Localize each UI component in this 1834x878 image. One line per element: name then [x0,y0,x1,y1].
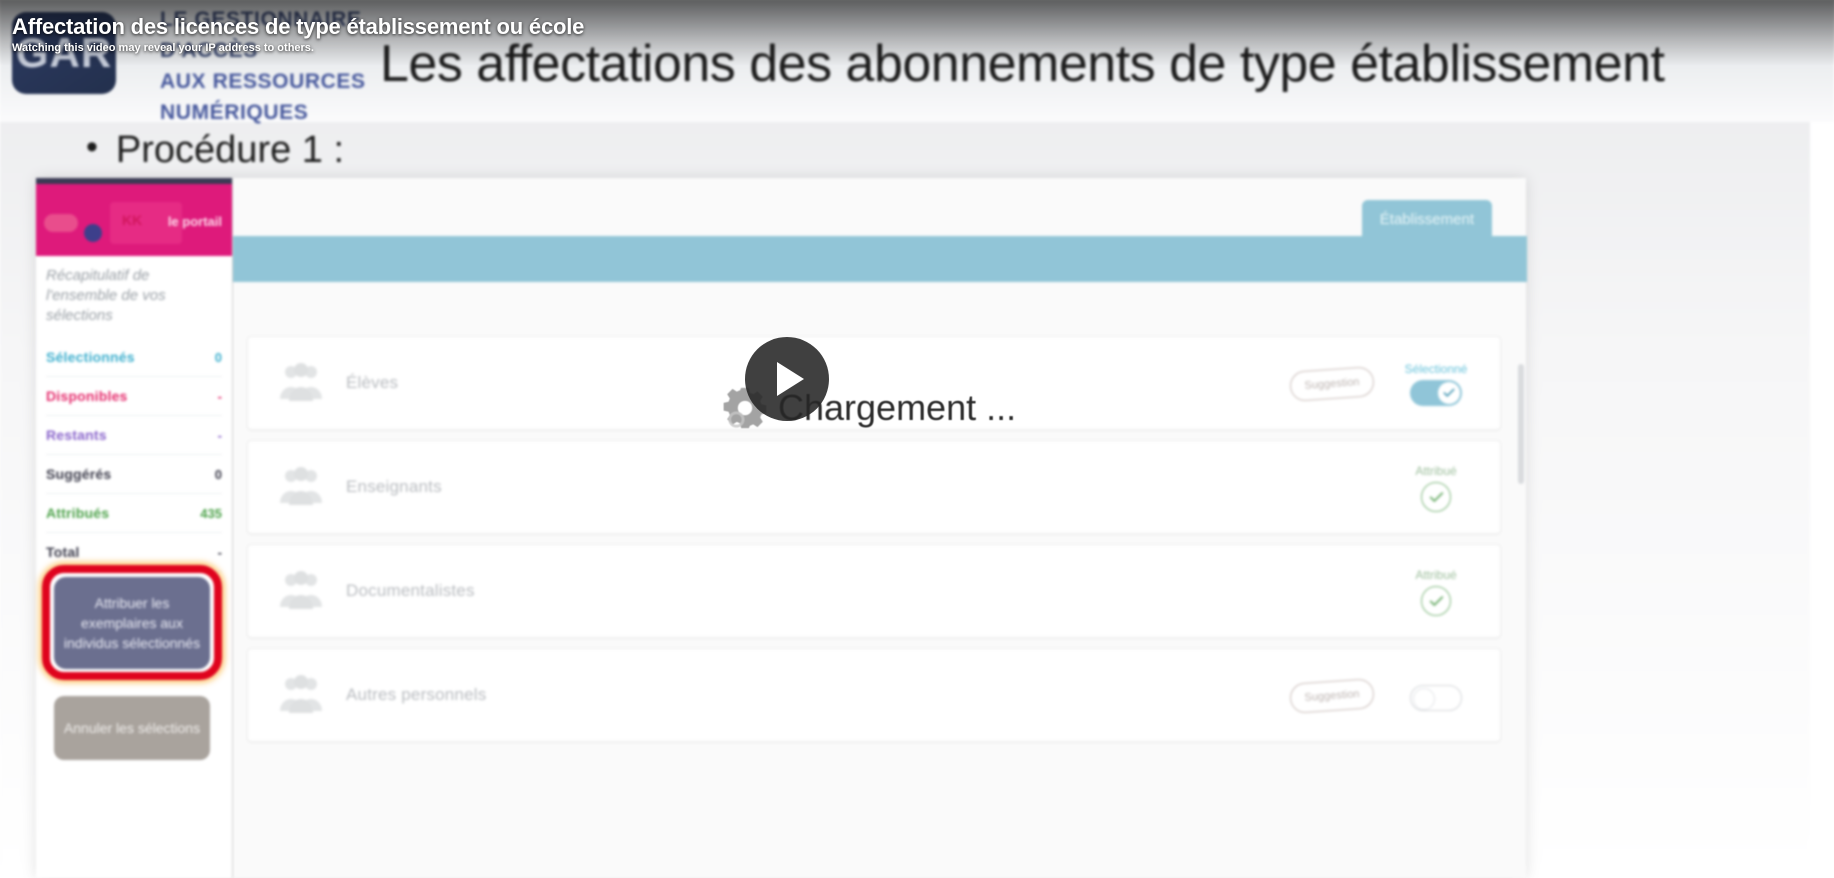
stat-label: Sélectionnés [46,349,135,365]
brand-badge-text: KK [122,212,143,228]
selection-toggle[interactable] [1410,380,1462,406]
table-row[interactable]: Autres personnels Suggestion [247,648,1501,742]
toggle-knob [1413,688,1435,710]
play-button[interactable] [745,337,829,421]
slide-frame: GAR LE GESTIONNAIRE D'ACCÈS AUX RESSOURC… [0,0,1834,878]
row-label: Documentalistes [346,581,475,600]
assigned-check-icon [1421,586,1451,616]
state-label: Attribué [1415,464,1457,478]
gar-application-screenshot: KK le portail Récapitulatif de l'ensembl… [36,178,1527,878]
tab-etablissement[interactable]: Établissement [1361,200,1492,238]
suggestion-badge: Suggestion [1289,366,1375,402]
slide-right-margin [1810,122,1834,878]
brand-portal-text: le portail [167,214,222,229]
bullet-marker: • [86,128,98,166]
check-icon [1429,491,1443,502]
stat-label: Attribués [46,505,110,521]
stat-value: 435 [200,505,222,521]
row-state: Sélectionné [1388,362,1484,406]
stat-value: 0 [214,466,222,482]
row-controls: Suggestion Sélectionné [1289,337,1484,431]
stat-value: - [217,427,222,443]
main-accent-bar [233,236,1527,282]
sidebar-recap-text: Récapitulatif de l'ensemble de vos sélec… [46,267,166,324]
stat-row-selectionnes: Sélectionnés 0 [46,338,222,377]
people-group-icon [280,363,322,401]
video-player-stage: GAR LE GESTIONNAIRE D'ACCÈS AUX RESSOURC… [0,0,1834,878]
people-group-icon [280,467,322,505]
stat-row-attribues: Attribués 435 [46,494,222,533]
check-icon [1443,388,1455,397]
stat-value: - [217,388,222,404]
people-group-icon [280,571,322,609]
row-state [1388,681,1484,711]
table-row[interactable]: Enseignants Attribué [247,440,1501,534]
row-controls: Suggestion [1289,649,1484,743]
brand-shape-a [44,214,78,232]
selection-toggle[interactable] [1410,685,1462,711]
toggle-knob [1438,382,1460,404]
row-state: Attribué [1388,464,1484,512]
slide-title: Les affectations des abonnements de type… [380,35,1665,93]
row-controls: Attribué [1388,441,1484,535]
main-scrollbar[interactable] [1518,364,1524,484]
people-group-icon [280,675,322,713]
row-label: Autres personnels [346,685,487,704]
stat-row-suggeres: Suggérés 0 [46,455,222,494]
row-controls: Attribué [1388,545,1484,639]
annuler-selections-button[interactable]: Annuler les sélections [54,696,210,760]
row-label: Enseignants [346,477,442,496]
stat-row-disponibles: Disponibles - [46,377,222,416]
video-privacy-notice: Watching this video may reveal your IP a… [12,42,314,54]
stat-label: Suggérés [46,466,112,482]
slide-bullet: • Procédure 1 : [86,128,344,172]
stat-label: Restants [46,427,107,443]
attribuer-exemplaires-button[interactable]: Attribuer les exemplaires aux individus … [54,577,210,669]
brand-shape-b [84,224,102,242]
stat-value: - [217,544,222,560]
bullet-text: Procédure 1 : [115,129,345,171]
sidebar-brand-header: KK le portail [36,178,232,256]
gar-tagline-line4: NUMÉRIQUES [160,101,309,124]
stat-row-restants: Restants - [46,416,222,455]
state-label: Sélectionné [1404,362,1468,376]
row-state: Attribué [1388,568,1484,616]
app-main-panel: Établissement Élèves Suggestion Sélectio… [232,178,1527,878]
app-sidebar: KK le portail Récapitulatif de l'ensembl… [36,178,232,878]
play-icon [777,362,804,396]
stat-label: Disponibles [46,388,128,404]
video-title[interactable]: Affectation des licences de type établis… [12,14,584,40]
assigned-check-icon [1421,482,1451,512]
sidebar-stats-list: Sélectionnés 0 Disponibles - Restants - … [46,338,222,572]
stat-label: Total [46,544,80,560]
suggestion-badge: Suggestion [1289,678,1375,714]
check-icon [1429,595,1443,606]
table-row[interactable]: Documentalistes Attribué [247,544,1501,638]
stat-value: 0 [214,349,222,365]
row-label: Élèves [346,373,399,392]
state-label: Attribué [1415,568,1457,582]
